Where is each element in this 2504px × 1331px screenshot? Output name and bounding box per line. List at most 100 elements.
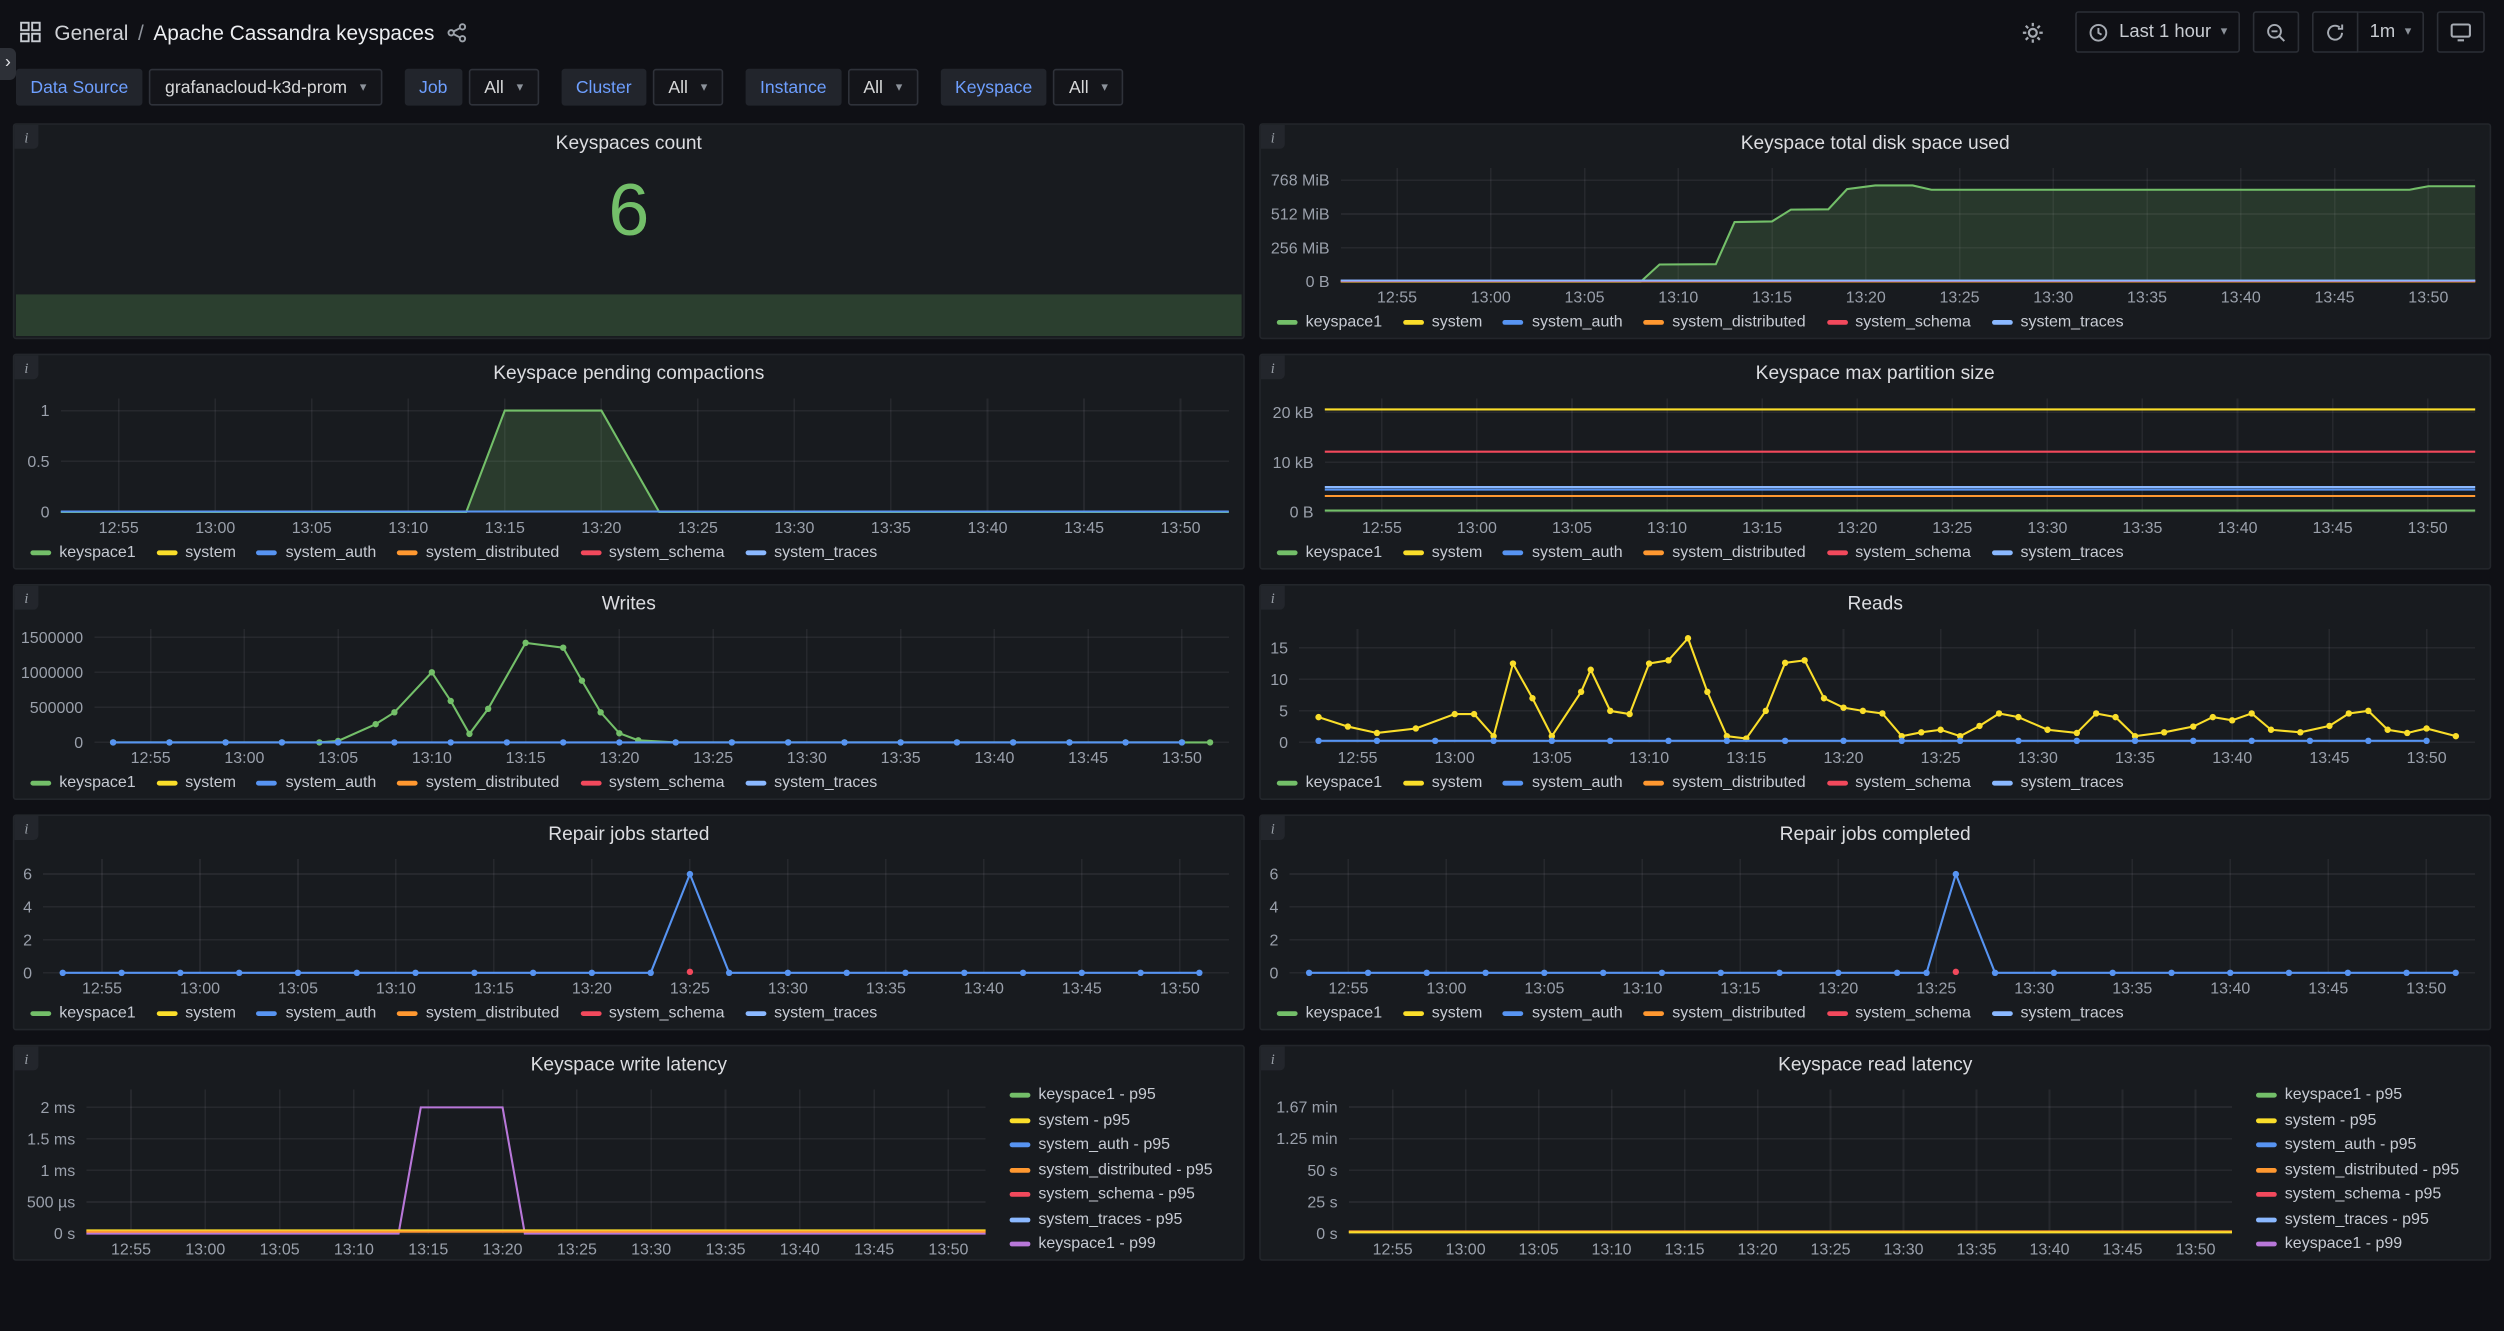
panel-title[interactable]: Keyspace pending compactions — [14, 355, 1243, 387]
legend-item[interactable]: system — [156, 544, 236, 562]
writes-chart[interactable]: 0 500000 1000000 1500000 12:55 13:00 13:05 13:1… — [14, 618, 1243, 768]
legend-item[interactable]: keyspace1 — [30, 774, 136, 792]
repair-jobs-completed-chart[interactable]: 0 2 4 6 12:55 13:00 13:05 13:10 13:15 13:20 13:25 1… — [1261, 848, 2490, 998]
filter-label[interactable]: Keyspace — [940, 68, 1047, 106]
filter-value-dropdown[interactable]: All ▾ — [468, 68, 540, 106]
legend-item[interactable]: system_distributed — [1643, 1005, 1806, 1022]
legend-item[interactable]: system — [1402, 1005, 1482, 1022]
panel-title[interactable]: Keyspace total disk space used — [1261, 125, 2490, 157]
legend-item[interactable]: system_traces — [1991, 544, 2124, 562]
panel-info-icon[interactable]: i — [1260, 1046, 1285, 1071]
legend-item[interactable]: system_distributed — [1643, 314, 1806, 331]
panel-info-icon[interactable]: i — [14, 1046, 39, 1071]
filter-label[interactable]: Cluster — [561, 68, 646, 106]
legend-item[interactable]: system — [1402, 544, 1482, 562]
legend-item[interactable]: system_auth — [1503, 314, 1623, 331]
legend-item[interactable]: system_traces - p95 — [2256, 1210, 2483, 1228]
write-latency-chart[interactable]: 0 s 500 µs 1 ms 1.5 ms 2 ms 12:55 13:00 13:05 13… — [14, 1078, 1000, 1259]
zoom-out-button[interactable] — [2252, 11, 2300, 53]
legend-item[interactable]: system_traces — [745, 544, 877, 562]
reads-chart[interactable]: 0 5 10 15 12:55 13:00 13:05 13:10 13:15 13:20 13:2… — [1261, 618, 2490, 768]
legend-item[interactable]: system_distributed - p95 — [1009, 1161, 1237, 1178]
legend-item[interactable]: system — [156, 1005, 236, 1022]
legend-item[interactable]: system_schema — [580, 774, 725, 792]
legend-item[interactable]: system_distributed — [397, 544, 559, 562]
legend-item[interactable]: keyspace1 — [1276, 774, 1382, 792]
legend-item[interactable]: system_auth — [1503, 774, 1623, 792]
panel-info-icon[interactable]: i — [1260, 355, 1285, 380]
panel-info-icon[interactable]: i — [14, 124, 39, 149]
dashboard-settings-button[interactable] — [2014, 11, 2054, 53]
legend-item[interactable]: system_auth - p95 — [2256, 1136, 2483, 1154]
panel-title[interactable]: Repair jobs started — [14, 816, 1243, 848]
pending-compactions-chart[interactable]: 0 0.5 1 12:55 13:00 13:05 13:10 13:15 13:20 13:25… — [14, 387, 1243, 537]
filter-value-dropdown[interactable]: All ▾ — [652, 68, 724, 106]
legend-item[interactable]: system_traces — [745, 1005, 877, 1022]
legend-item[interactable]: system_auth — [256, 774, 376, 792]
filter-value-dropdown[interactable]: grafanacloud-k3d-prom ▾ — [149, 68, 383, 106]
legend-item[interactable]: system_traces — [1991, 314, 2124, 331]
panel-title[interactable]: Keyspace max partition size — [1261, 355, 2490, 387]
dashboards-grid-icon[interactable] — [19, 21, 41, 43]
legend-item[interactable]: system_distributed - p95 — [2256, 1161, 2483, 1178]
read-latency-chart[interactable]: 0 s 25 s 50 s 1.25 min 1.67 min 12:55 13:00 13:… — [1261, 1078, 2247, 1259]
legend-item[interactable]: keyspace1 - p99 — [2256, 1235, 2483, 1253]
legend-item[interactable]: system_auth — [1503, 1005, 1623, 1022]
breadcrumb-folder[interactable]: General — [54, 20, 128, 44]
repair-jobs-started-chart[interactable]: 0 2 4 6 12:55 13:00 13:05 13:10 13:15 13:20 13:25 1… — [14, 848, 1243, 998]
legend-item[interactable]: system_schema — [1826, 1005, 1971, 1022]
panel-info-icon[interactable]: i — [1260, 585, 1285, 610]
refresh-button[interactable] — [2312, 11, 2359, 53]
filter-label[interactable]: Data Source — [16, 68, 143, 106]
sidebar-expand-arrow[interactable]: › — [0, 48, 16, 80]
legend-item[interactable]: keyspace1 - p99 — [1009, 1235, 1237, 1253]
panel-title[interactable]: Keyspace read latency — [1261, 1046, 2490, 1078]
filter-value-dropdown[interactable]: All ▾ — [847, 68, 919, 106]
legend-item[interactable]: keyspace1 — [1276, 1005, 1382, 1022]
legend-item[interactable]: system_schema — [580, 1005, 725, 1022]
legend-item[interactable]: system_schema — [1826, 544, 1971, 562]
legend-item[interactable]: system — [1402, 774, 1482, 792]
panel-info-icon[interactable]: i — [1260, 124, 1285, 149]
panel-title[interactable]: Keyspaces count — [14, 125, 1243, 157]
legend-item[interactable]: system_distributed — [1643, 774, 1806, 792]
panel-info-icon[interactable]: i — [1260, 816, 1285, 840]
legend-item[interactable]: system - p95 — [2256, 1111, 2483, 1129]
panel-info-icon[interactable]: i — [14, 816, 39, 840]
time-range-picker[interactable]: Last 1 hour ▾ — [2075, 11, 2240, 53]
legend-item[interactable]: system - p95 — [1009, 1111, 1237, 1129]
legend-item[interactable]: system_auth - p95 — [1009, 1136, 1237, 1154]
panel-title[interactable]: Reads — [1261, 586, 2490, 618]
legend-item[interactable]: system_auth — [256, 544, 376, 562]
legend-item[interactable]: system_schema - p95 — [2256, 1186, 2483, 1203]
panel-info-icon[interactable]: i — [14, 355, 39, 380]
legend-item[interactable]: keyspace1 — [1276, 544, 1382, 562]
panel-title[interactable]: Keyspace write latency — [14, 1046, 1243, 1078]
legend-item[interactable]: system_schema — [580, 544, 725, 562]
legend-item[interactable]: system_traces - p95 — [1009, 1210, 1237, 1228]
panel-title[interactable]: Repair jobs completed — [1261, 816, 2490, 848]
legend-item[interactable]: system — [1402, 314, 1482, 331]
filter-value-dropdown[interactable]: All ▾ — [1053, 68, 1124, 106]
legend-item[interactable]: system_auth — [1503, 544, 1623, 562]
legend-item[interactable]: system_schema - p95 — [1009, 1186, 1237, 1203]
legend-item[interactable]: system_distributed — [397, 774, 559, 792]
disk-space-chart[interactable]: 0 B 256 MiB 512 MiB 768 MiB 12:55 13:00 13:05 1… — [1261, 157, 2490, 307]
legend-item[interactable]: keyspace1 - p95 — [1009, 1086, 1237, 1104]
legend-item[interactable]: keyspace1 — [30, 544, 136, 562]
legend-item[interactable]: system_schema — [1826, 314, 1971, 331]
legend-item[interactable]: system_traces — [1991, 774, 2124, 792]
panel-info-icon[interactable]: i — [14, 585, 39, 610]
legend-item[interactable]: system_distributed — [1643, 544, 1806, 562]
legend-item[interactable]: system_auth — [256, 1005, 376, 1022]
legend-item[interactable]: system_traces — [1991, 1005, 2124, 1022]
max-partition-size-chart[interactable]: 0 B 10 kB 20 kB 12:55 13:00 13:05 13:10 13:15 13… — [1261, 387, 2490, 537]
panel-title[interactable]: Writes — [14, 586, 1243, 618]
legend-item[interactable]: system_traces — [745, 774, 877, 792]
legend-item[interactable]: keyspace1 — [1276, 314, 1382, 331]
legend-item[interactable]: system_distributed — [397, 1005, 559, 1022]
legend-item[interactable]: keyspace1 - p95 — [2256, 1086, 2483, 1104]
cycle-view-mode-button[interactable] — [2436, 11, 2485, 53]
share-icon[interactable] — [447, 22, 468, 43]
refresh-interval-picker[interactable]: 1m ▾ — [2358, 11, 2424, 53]
